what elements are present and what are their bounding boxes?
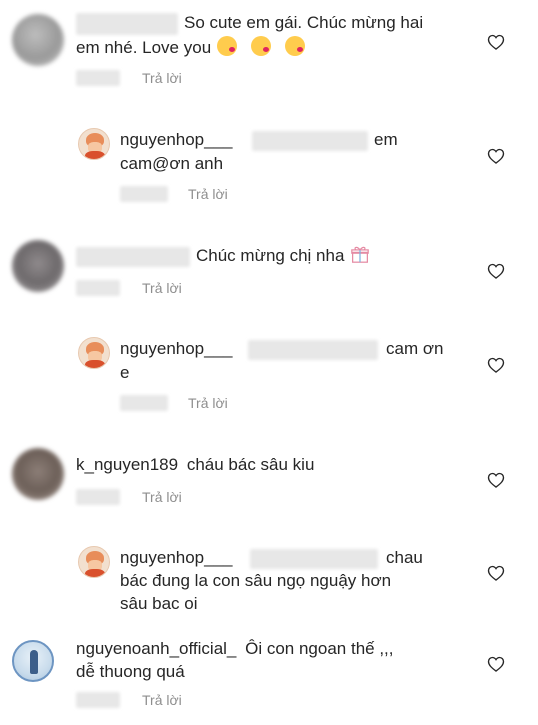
username-link[interactable]: nguyenoanh_official_ <box>76 639 236 658</box>
heart-outline-icon[interactable] <box>486 355 506 375</box>
comment-text-line2: cam@ơn anh <box>120 154 224 173</box>
comment-text: nguyenhop___ <box>120 129 233 151</box>
heart-outline-icon[interactable] <box>486 470 506 490</box>
reply-button[interactable]: Trả lời <box>142 280 182 296</box>
redacted-timestamp <box>76 70 120 86</box>
comment-text-line2: bác đung la con sâu ngọ nguậy hơn <box>120 571 392 590</box>
redacted-timestamp <box>120 395 168 411</box>
avatar[interactable] <box>12 240 64 292</box>
avatar[interactable] <box>78 546 110 578</box>
username-link[interactable]: nguyenhop___ <box>120 130 233 149</box>
reply-button[interactable]: Trả lời <box>142 489 182 505</box>
comment-text: nguyenoanh_official_ Ôi con ngoan thế ,,… <box>76 639 394 658</box>
redacted-timestamp <box>76 489 120 505</box>
kissing-heart-emoji-icon <box>217 36 238 56</box>
comment-text: k_nguyen189 cháu bác sâu kiu <box>76 455 315 474</box>
comment-text-line1: em <box>374 130 398 149</box>
kissing-heart-emoji-icon <box>285 36 306 56</box>
avatar[interactable] <box>12 14 64 66</box>
comment-text: So cute em gái. Chúc mừng hai <box>184 13 424 32</box>
heart-outline-icon[interactable] <box>486 654 506 674</box>
redacted-mention <box>250 549 378 569</box>
comment-text-line2: em nhé. Love you <box>76 36 306 59</box>
comment-text-line1: chau <box>386 548 423 567</box>
gift-emoji-icon <box>351 246 370 263</box>
reply-button[interactable]: Trả lời <box>188 186 228 202</box>
redacted-mention <box>252 131 368 151</box>
comment-text-line1: cam ơn <box>386 339 444 358</box>
comment-text: Chúc mừng chị nha <box>196 245 370 267</box>
comment-text: nguyenhop___ <box>120 338 233 360</box>
comment-text-line2: dễ thuong quá <box>76 662 185 681</box>
avatar[interactable] <box>78 128 110 160</box>
avatar[interactable] <box>12 640 54 682</box>
redacted-username <box>76 247 190 267</box>
reply-button[interactable]: Trả lời <box>142 70 182 86</box>
comment-text: nguyenhop___ <box>120 547 233 569</box>
redacted-mention <box>248 340 378 360</box>
kissing-heart-emoji-icon <box>251 36 272 56</box>
reply-button[interactable]: Trả lời <box>142 692 182 708</box>
username-link[interactable]: nguyenhop___ <box>120 548 233 567</box>
redacted-timestamp <box>76 692 120 708</box>
comment-text-line3: sâu bac oi <box>120 594 198 613</box>
redacted-username <box>76 13 178 35</box>
redacted-timestamp <box>76 280 120 296</box>
avatar[interactable] <box>12 448 64 500</box>
heart-outline-icon[interactable] <box>486 563 506 583</box>
redacted-timestamp <box>120 186 168 202</box>
username-link[interactable]: nguyenhop___ <box>120 339 233 358</box>
avatar[interactable] <box>78 337 110 369</box>
heart-outline-icon[interactable] <box>486 146 506 166</box>
heart-outline-icon[interactable] <box>486 261 506 281</box>
heart-outline-icon[interactable] <box>486 32 506 52</box>
reply-button[interactable]: Trả lời <box>188 395 228 411</box>
comment-text-line2: e <box>120 363 130 382</box>
username-link[interactable]: k_nguyen189 <box>76 455 178 474</box>
